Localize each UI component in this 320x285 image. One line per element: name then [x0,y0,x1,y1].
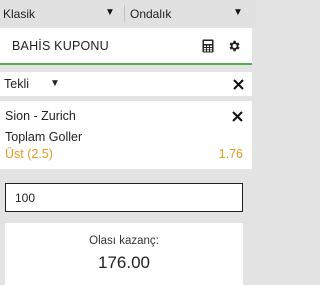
format-dropdown[interactable]: Klasik ▼ [0,0,124,27]
payout-value: 176.00 [98,253,150,272]
gear-icon[interactable] [227,39,241,53]
chevron-down-icon: ▼ [50,78,60,89]
calculator-icon[interactable] [202,39,214,53]
chevron-down-icon: ▼ [233,7,243,18]
format-dropdown-label: Klasik [3,6,36,21]
remove-bet-close-icon[interactable] [232,111,243,122]
odds-format-dropdown-label: Ondalık [130,6,172,21]
market-name: Toplam Goller [5,130,83,144]
betslip-header: BAHİS KUPONU [0,28,252,65]
stake-input[interactable] [5,183,243,212]
payout-label: Olası kazanç: [89,235,159,247]
bet-type-label: Tekli [4,77,30,91]
selection-odds: 1.76 [218,147,243,161]
clear-all-close-icon[interactable] [233,79,244,90]
betslip-title: BAHİS KUPONU [12,38,109,53]
bet-type-selector[interactable]: Tekli ▼ [0,72,252,96]
chevron-down-icon: ▼ [105,7,115,18]
match-name: Sion - Zurich [5,109,76,123]
bet-selection-card: Sion - Zurich Toplam Goller Üst (2.5) 1.… [0,101,252,169]
potential-payout-card: Olası kazanç: 176.00 [5,223,243,285]
odds-format-dropdown[interactable]: Ondalık ▼ [124,0,256,27]
top-dropdown-bar: Klasik ▼ Ondalık ▼ [0,0,256,27]
selection-name: Üst (2.5) [5,147,53,161]
